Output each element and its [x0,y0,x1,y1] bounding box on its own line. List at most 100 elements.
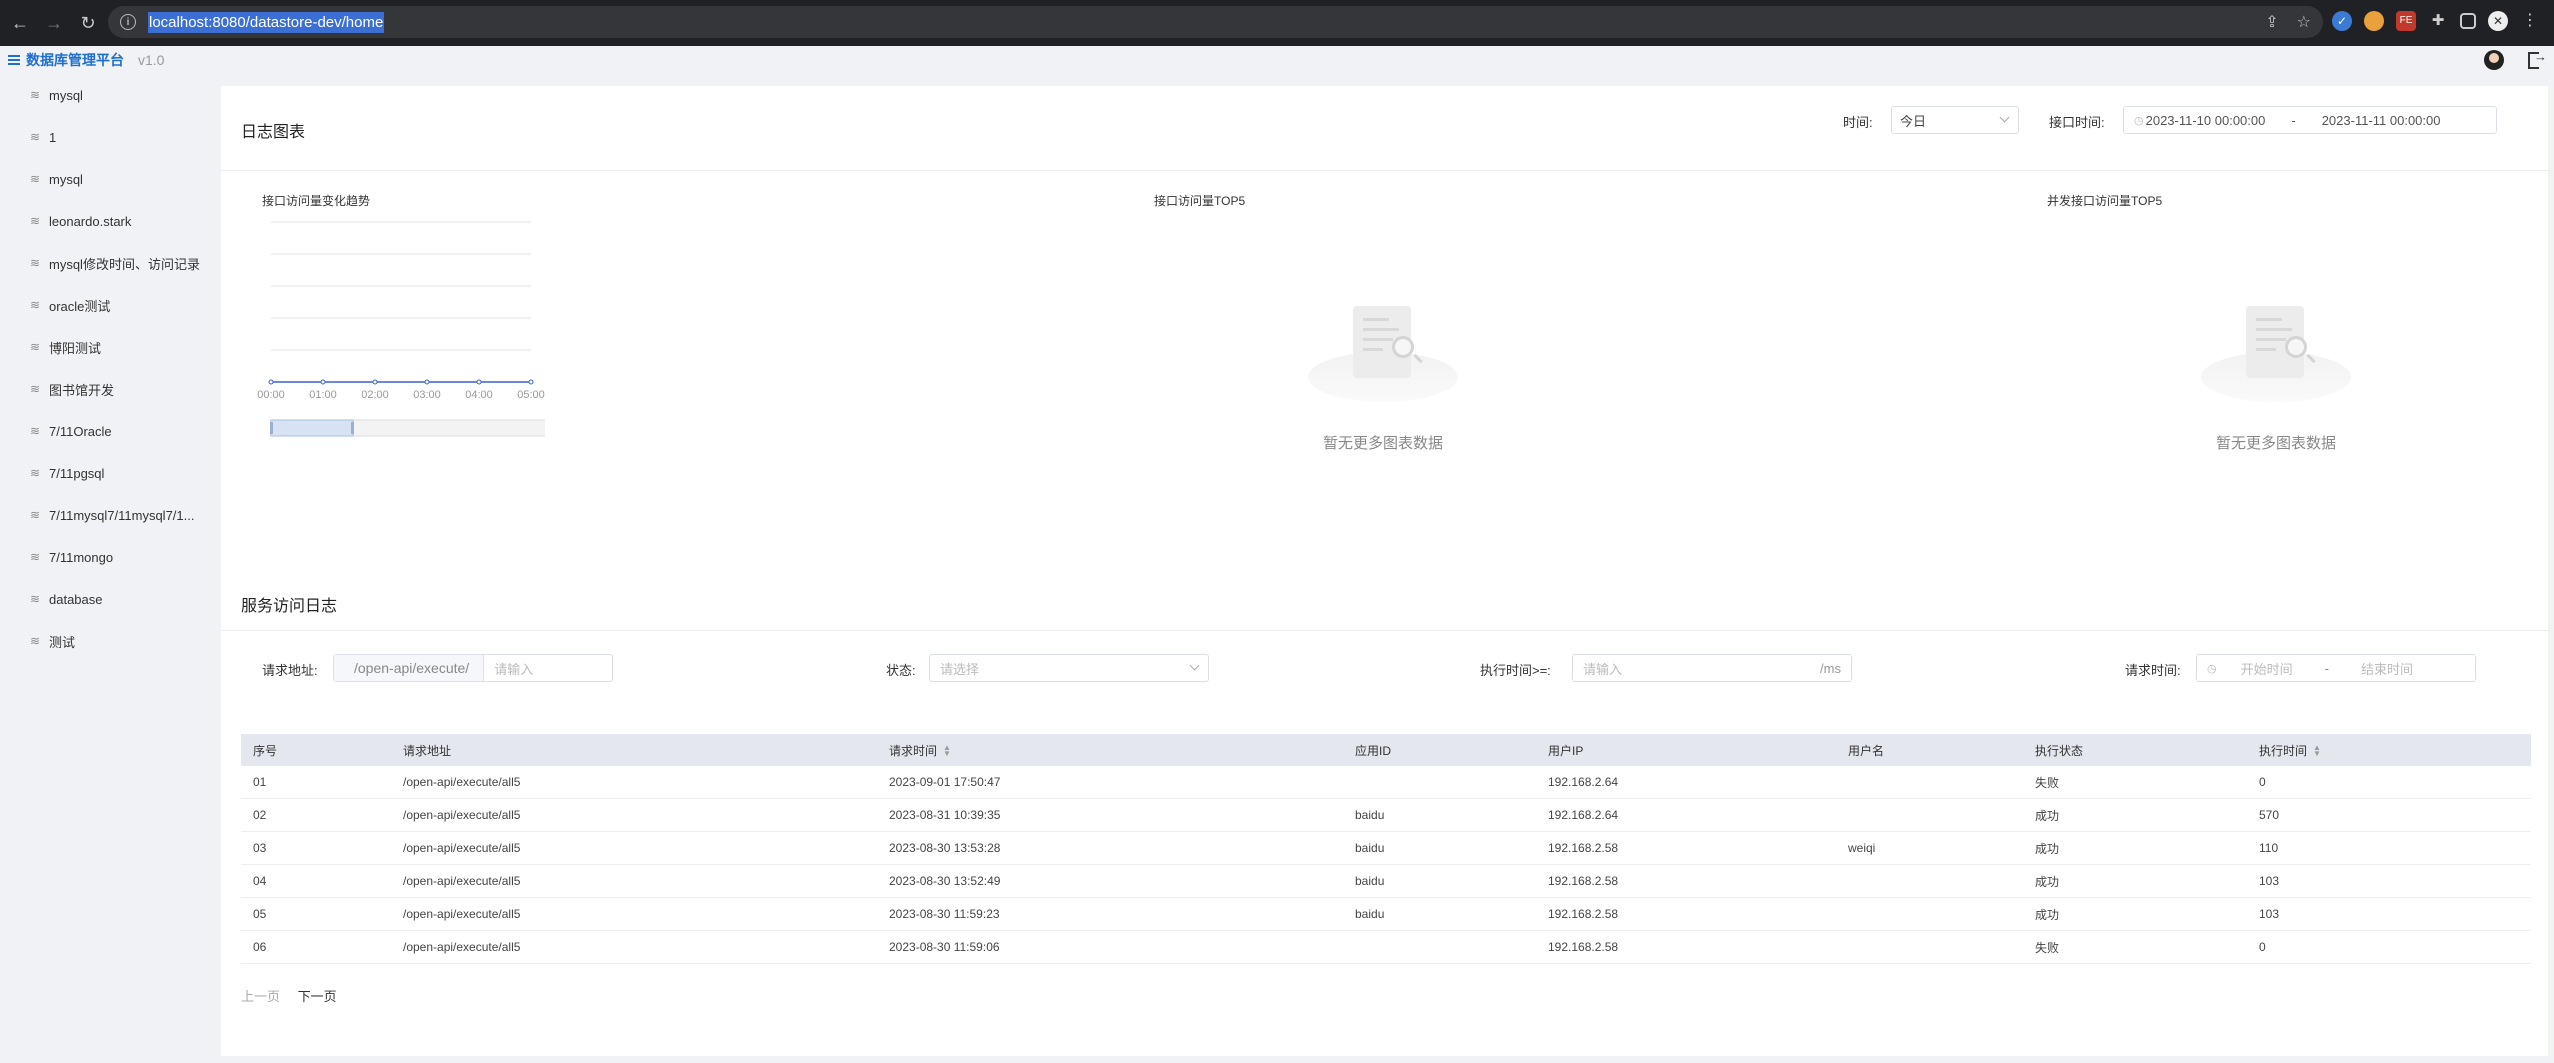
reload-icon[interactable]: ↻ [74,9,102,37]
table-row[interactable]: 02/open-api/execute/all5 2023-08-31 10:39… [241,799,2531,832]
column-header-label: 用户IP [1548,743,1584,758]
clock-icon: ◷ [2207,662,2217,675]
sidebar-item-label: 7/11Oracle [49,423,112,439]
url-filter[interactable]: /open-api/execute/ 请输入 [333,654,613,682]
table-row[interactable]: 03/open-api/execute/all5 2023-08-30 13:53… [241,832,2531,865]
column-header-label: 用户名 [1848,743,1885,758]
browser-menu-icon[interactable]: ⋮ [2520,11,2540,31]
table-row[interactable]: 05/open-api/execute/all5 2023-08-30 11:59… [241,898,2531,931]
x-tick-label: 03:00 [413,389,441,401]
table-cell: 192.168.2.58 [1548,940,1619,954]
table-row[interactable]: 06/open-api/execute/all5 2023-08-30 11:59… [241,931,2531,964]
table-cell: 192.168.2.64 [1548,775,1619,789]
url-label: 请求地址: [262,663,318,678]
empty-document-icon [1308,302,1458,402]
sidebar-item[interactable]: ≋ 测试 [0,620,211,662]
sidebar-item[interactable]: ≋ 博阳测试 [0,326,211,368]
table-row[interactable]: 01/open-api/execute/all5 2023-09-01 17:50… [241,766,2531,799]
extension-blue-icon[interactable]: ✓ [2332,11,2352,31]
pagination: 上一页 下一页 [241,986,337,1005]
site-info-icon[interactable]: i [120,14,136,30]
api-time-range[interactable]: ◷ 2023-11-10 00:00:00 - 2023-11-11 00:00… [2123,106,2497,134]
sidebar-item[interactable]: ≋ 7/11mongo [0,536,211,578]
column-header[interactable]: 执行时间 ▲ ▼ [2259,742,2321,759]
request-time-label: 请求时间: [2125,663,2181,678]
url-text[interactable]: localhost:8080/datastore-dev/home [148,11,385,33]
table-cell: 0 [2259,940,2266,954]
url-input[interactable]: 请输入 [484,659,533,678]
time-select[interactable]: 今日 [1891,106,2019,134]
main-panel: 日志图表 时间: 今日 接口时间: ◷ 2023-11-10 00:00:00 … [221,86,2548,1056]
table-cell: 成功 [2035,808,2060,823]
clock-icon: ◷ [2134,114,2144,127]
prev-page-button[interactable]: 上一页 [241,989,280,1004]
sidebar-item[interactable]: ≋ 1 [0,116,211,158]
forward-icon[interactable]: → [40,9,68,37]
x-tick-label: 02:00 [361,389,389,401]
extension-fe-icon[interactable]: FE [2396,11,2416,31]
sidebar-item[interactable]: ≋ mysql修改时间、访问记录 [0,242,211,284]
table-cell: /open-api/execute/all5 [403,940,521,954]
table-cell: baidu [1355,808,1385,822]
back-icon[interactable]: ← [6,9,34,37]
logout-icon[interactable] [2526,49,2547,69]
sort-icon[interactable]: ▲ ▼ [943,744,951,758]
sidebar-item[interactable]: ≋ 7/11Oracle [0,410,211,452]
sidebar-item[interactable]: ≋ 7/11pgsql [0,452,211,494]
range-end[interactable]: 2023-11-11 00:00:00 [2322,113,2441,128]
menu-icon[interactable] [8,55,20,65]
data-point [424,379,430,385]
table-header: 序号 请求地址 请求时间 ▲ ▼ 应用ID 用户IP 用户名 执行状态 执行时间 ▲ ▼ [241,734,2531,766]
status-select-value: 请选择 [940,661,980,677]
sidebar-item[interactable]: ≋ 图书馆开发 [0,368,211,410]
sort-icon[interactable]: ▲ ▼ [2313,744,2321,758]
zoom-slider-handle [351,422,354,434]
exec-time-input[interactable]: 请输入 /ms [1572,654,1852,682]
column-header[interactable]: 请求时间 ▲ ▼ [889,742,951,759]
database-layers-icon: ≋ [29,340,41,354]
bookmark-star-icon[interactable]: ☆ [2297,12,2311,32]
range-start[interactable]: 2023-11-10 00:00:00 [2146,113,2266,128]
table-cell: 02 [253,808,267,822]
data-point [372,379,378,385]
sidebar-item-label: database [49,591,103,607]
sidebar-item-label: 测试 [49,634,76,650]
table-cell: baidu [1355,874,1385,888]
table-cell: 2023-09-01 17:50:47 [889,775,1001,789]
sidebar-item[interactable]: ≋ mysql [0,158,211,200]
status-select[interactable]: 请选择 [929,654,1209,682]
profile-avatar-icon[interactable]: ✕ [2488,11,2508,31]
table-cell: 2023-08-31 10:39:35 [889,808,1001,822]
table-row[interactable]: 04/open-api/execute/all5 2023-08-30 13:52… [241,865,2531,898]
table-cell: 05 [253,907,267,921]
divider [221,630,2548,631]
sidebar-item[interactable]: ≋ leonardo.stark [0,200,211,242]
address-bar[interactable]: i localhost:8080/datastore-dev/home ⇪ ☆ [108,6,2323,38]
empty-chart-top5: 暂无更多图表数据 [1303,302,1463,453]
column-header-label: 请求地址 [403,743,452,758]
table-cell: 成功 [2035,841,2060,856]
table-cell: /open-api/execute/all5 [403,907,521,921]
x-tick-label: 04:00 [465,389,493,401]
sidebar-item[interactable]: ≋ oracle测试 [0,284,211,326]
table-cell: 01 [253,775,267,789]
request-time-range[interactable]: ◷ 开始时间 - 结束时间 [2196,654,2476,682]
extension-color-icon[interactable] [2364,11,2384,31]
table-cell: 103 [2259,907,2280,921]
sidebar-item-label: 图书馆开发 [49,382,115,398]
data-point [320,379,326,385]
chart-concurrent-top5-title: 并发接口访问量TOP5 [2047,194,2163,208]
extensions-puzzle-icon[interactable]: ✚ [2428,11,2448,31]
app-logo[interactable]: 数据库管理平台 v1.0 [8,50,164,70]
share-icon[interactable]: ⇪ [2265,12,2278,32]
start-time-input[interactable]: 开始时间 [2241,659,2293,678]
sidebar-item[interactable]: ≋ database [0,578,211,620]
next-page-button[interactable]: 下一页 [298,989,337,1004]
database-layers-icon: ≋ [29,508,41,522]
sidepanel-icon[interactable] [2460,13,2476,29]
column-header: 执行状态 [2035,742,2083,759]
user-avatar-icon[interactable] [2484,50,2504,70]
end-time-input[interactable]: 结束时间 [2361,659,2413,678]
sidebar-item[interactable]: ≋ 7/11mysql7/11mysql7/1... [0,494,211,536]
sidebar-item[interactable]: ≋ mysql [0,74,211,116]
